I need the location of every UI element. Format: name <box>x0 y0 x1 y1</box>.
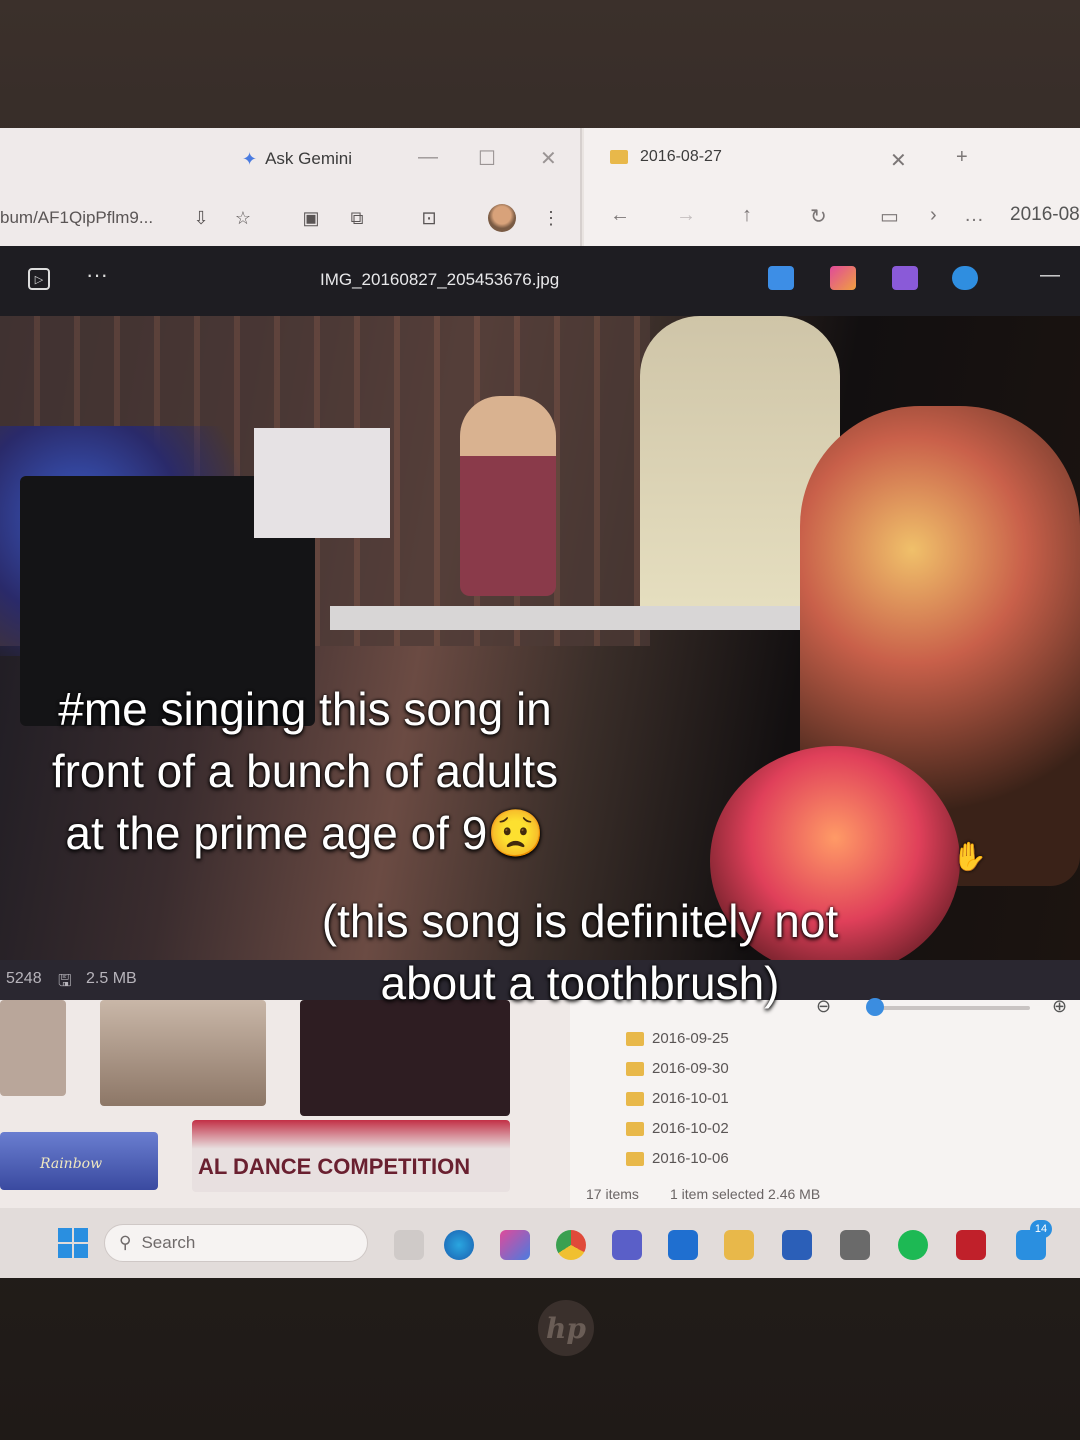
save-icon: 🖫 <box>58 973 72 990</box>
mcafee-icon[interactable] <box>956 1230 986 1260</box>
calculator-icon[interactable] <box>840 1230 870 1260</box>
hand-cursor-icon: ✋ <box>952 841 987 872</box>
extension-icon[interactable]: ▣ <box>298 206 324 230</box>
copilot-icon[interactable] <box>830 266 856 290</box>
new-tab-icon[interactable]: + <box>956 146 968 169</box>
subcaption-text: (this song is definitely not about a too… <box>250 890 910 1014</box>
copilot-icon[interactable] <box>500 1230 530 1260</box>
photo-gallery: Rainbow AL DANCE COMPETITION <box>0 1000 570 1210</box>
clipchamp-icon[interactable] <box>892 266 918 290</box>
folder-item[interactable]: 2016-09-30 <box>626 1060 729 1077</box>
monitor-icon[interactable]: ▭ <box>880 204 899 229</box>
maximize-icon[interactable]: ☐ <box>478 146 496 171</box>
folder-item[interactable]: 2016-10-06 <box>626 1150 729 1167</box>
gallery-thumbnail[interactable] <box>300 1000 510 1116</box>
up-arrow-icon[interactable]: ↑ <box>742 204 752 227</box>
gallery-thumbnail[interactable]: AL DANCE COMPETITION <box>192 1120 510 1192</box>
slideshow-icon[interactable]: ▷ <box>28 268 50 290</box>
close-tab-icon[interactable]: ✕ <box>890 148 907 173</box>
image-dimensions: 5248 <box>6 970 42 987</box>
word-icon[interactable] <box>782 1230 812 1260</box>
folder-icon <box>626 1031 644 1046</box>
edit-icon[interactable] <box>768 266 794 290</box>
notification-badge: 14 <box>1030 1220 1052 1238</box>
refresh-icon[interactable]: ↻ <box>810 204 827 229</box>
folder-list: 2016-09-25 2016-09-30 2016-10-01 2016-10… <box>570 1000 1080 1210</box>
taskbar: ⚲ Search 14 <box>0 1208 1080 1278</box>
folder-icon <box>610 150 628 164</box>
address-bar[interactable]: bum/AF1QipPflm9... <box>0 208 153 228</box>
forward-arrow-icon[interactable]: → <box>676 204 696 227</box>
folder-name: 2016-10-06 <box>652 1150 729 1167</box>
install-app-icon[interactable]: ⇩ <box>188 206 214 230</box>
gallery-thumbnail[interactable]: Rainbow <box>0 1132 158 1190</box>
karaoke-photo <box>0 316 1080 976</box>
minimize-viewer-icon[interactable]: — <box>1040 264 1060 287</box>
start-button[interactable] <box>58 1228 88 1258</box>
caption-line: at the prime age of 9😟 <box>65 807 545 859</box>
photo-file-name: IMG_20160827_205453676.jpg <box>320 270 560 289</box>
search-placeholder: Search <box>141 1233 196 1252</box>
bookmark-star-icon[interactable]: ☆ <box>230 206 256 230</box>
folder-item[interactable]: 2016-09-25 <box>626 1030 729 1047</box>
profile-avatar[interactable] <box>488 204 516 232</box>
gemini-spark-icon: ✦ <box>242 148 258 169</box>
rainbow-sign-text: Rainbow <box>40 1156 103 1172</box>
explorer-tab[interactable]: 2016-08-27 <box>610 148 722 166</box>
folder-name: 2016-09-25 <box>652 1030 729 1047</box>
gallery-thumbnail[interactable] <box>0 1000 66 1096</box>
laptop-screen <box>254 428 390 538</box>
folder-icon <box>626 1151 644 1166</box>
onedrive-icon[interactable] <box>952 266 978 290</box>
caption-line: #me singing this song in <box>58 683 552 735</box>
explorer-breadcrumb[interactable]: 2016-08 <box>1010 204 1080 226</box>
file-size: 2.5 MB <box>86 970 137 987</box>
explorer-tab-title: 2016-08-27 <box>640 148 722 165</box>
folder-name: 2016-10-01 <box>652 1090 729 1107</box>
more-options-icon[interactable]: ··· <box>86 262 108 288</box>
more-icon[interactable]: … <box>964 204 984 227</box>
teams-icon[interactable] <box>612 1230 642 1260</box>
file-explorer-icon[interactable] <box>724 1230 754 1260</box>
search-icon: ⚲ <box>119 1233 132 1252</box>
spotify-icon[interactable] <box>898 1230 928 1260</box>
back-arrow-icon[interactable]: ← <box>610 204 630 227</box>
caption-text: #me singing this song in front of a bunc… <box>0 678 610 864</box>
puzzle-icon[interactable]: ⧉ <box>344 206 370 230</box>
caption-line: front of a bunch of adults <box>51 745 559 797</box>
outlook-icon[interactable] <box>668 1230 698 1260</box>
selection-info: 1 item selected 2.46 MB <box>670 1186 821 1202</box>
chrome-icon[interactable] <box>556 1230 586 1260</box>
photo-viewer-header: ▷ ··· IMG_20160827_205453676.jpg — <box>0 246 1080 316</box>
task-view-icon[interactable] <box>394 1230 424 1260</box>
singing-child <box>460 396 556 596</box>
chevron-right-icon[interactable]: › <box>930 204 937 227</box>
folder-icon <box>626 1121 644 1136</box>
file-explorer-toolbar: 2016-08-27 ✕ + ← → ↑ ↻ ▭ › … 2016-08 <box>584 128 1080 246</box>
subcaption-line: (this song is definitely not <box>321 895 839 947</box>
reading-mode-icon[interactable]: ⊡ <box>416 206 442 230</box>
folder-icon <box>626 1061 644 1076</box>
folder-name: 2016-09-30 <box>652 1060 729 1077</box>
taskbar-search[interactable]: ⚲ Search <box>104 1224 368 1262</box>
folder-item[interactable]: 2016-10-01 <box>626 1090 729 1107</box>
more-menu-icon[interactable]: ⋮ <box>538 206 564 230</box>
folder-icon <box>626 1091 644 1106</box>
table <box>330 606 830 630</box>
zoom-in-icon[interactable]: ⊕ <box>1052 996 1067 1017</box>
gallery-thumbnail[interactable] <box>100 1000 266 1106</box>
dance-competition-banner: AL DANCE COMPETITION <box>198 1154 471 1179</box>
edge-icon[interactable] <box>444 1230 474 1260</box>
ask-gemini-button[interactable]: ✦ Ask Gemini <box>230 142 364 176</box>
browser-toolbar: ✦ Ask Gemini — ☐ ✕ bum/AF1QipPflm9... ⇩ … <box>0 128 582 246</box>
hp-logo: hp <box>538 1300 594 1356</box>
items-count: 17 items <box>586 1186 639 1202</box>
minimize-icon[interactable]: — <box>418 146 438 169</box>
subcaption-line: about a toothbrush) <box>380 957 780 1009</box>
close-icon[interactable]: ✕ <box>540 146 557 171</box>
folder-name: 2016-10-02 <box>652 1120 729 1137</box>
ask-gemini-label: Ask Gemini <box>265 149 353 168</box>
folder-item[interactable]: 2016-10-02 <box>626 1120 729 1137</box>
